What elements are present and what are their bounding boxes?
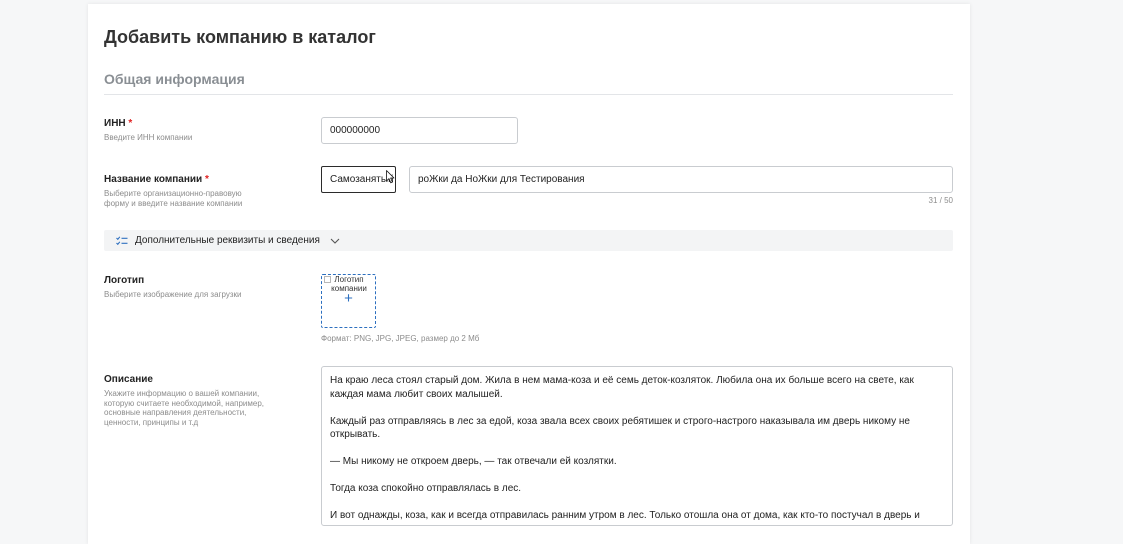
description-hint: Укажите информацию о вашей компании, кот… [104, 389, 265, 427]
char-counter: 31 / 50 [928, 196, 953, 205]
company-name-label-text: Название компании [104, 174, 203, 185]
chevron-down-icon [330, 238, 340, 244]
logo-format-note: Формат: PNG, JPG, JPEG, размер до 2 Мб [321, 334, 480, 343]
inn-label-text: ИНН [104, 118, 126, 129]
logo-hint: Выберите изображение для загрузки [104, 290, 242, 299]
logo-label: Логотип [104, 275, 145, 286]
checklist-icon [116, 235, 128, 245]
section-divider [104, 94, 953, 95]
description-paragraph: — Мы никому не откроем дверь, — так отве… [330, 456, 617, 467]
additional-details-label: Дополнительные реквизиты и сведения [135, 235, 320, 246]
company-name-hint: Выберите организационно-правовую форму и… [104, 189, 243, 208]
company-name-required-mark: * [204, 174, 209, 185]
inn-required-mark: * [128, 118, 133, 129]
page-title: Добавить компанию в каталог [104, 27, 376, 47]
logo-upload-button[interactable]: Логотип компании + [321, 274, 376, 328]
legal-form-select[interactable]: Самозанятый [321, 166, 396, 193]
company-name-label: Название компании * [104, 174, 209, 185]
inn-label: ИНН * [104, 118, 132, 129]
section-title: Общая информация [104, 71, 245, 87]
inn-hint: Введите ИНН компании [104, 133, 193, 142]
description-paragraph: Тогда коза спокойно отправлялась в лес. [330, 483, 522, 494]
mouse-pointer-icon [386, 170, 395, 184]
plus-icon: + [344, 290, 353, 307]
description-paragraph: Каждый раз отправляясь в лес за едой, ко… [330, 415, 910, 441]
description-label: Описание [104, 374, 153, 385]
company-name-input[interactable]: роЖки да НоЖки для Тестирования [409, 166, 953, 193]
inn-input[interactable]: 000000000 [321, 117, 518, 144]
additional-details-toggle[interactable]: Дополнительные реквизиты и сведения [104, 230, 953, 251]
description-paragraph: И вот однажды, коза, как и всегда отправ… [330, 510, 920, 525]
description-paragraph: На краю леса стоял старый дом. Жила в не… [330, 375, 914, 400]
description-textarea[interactable]: На краю леса стоял старый дом. Жила в не… [321, 366, 953, 526]
